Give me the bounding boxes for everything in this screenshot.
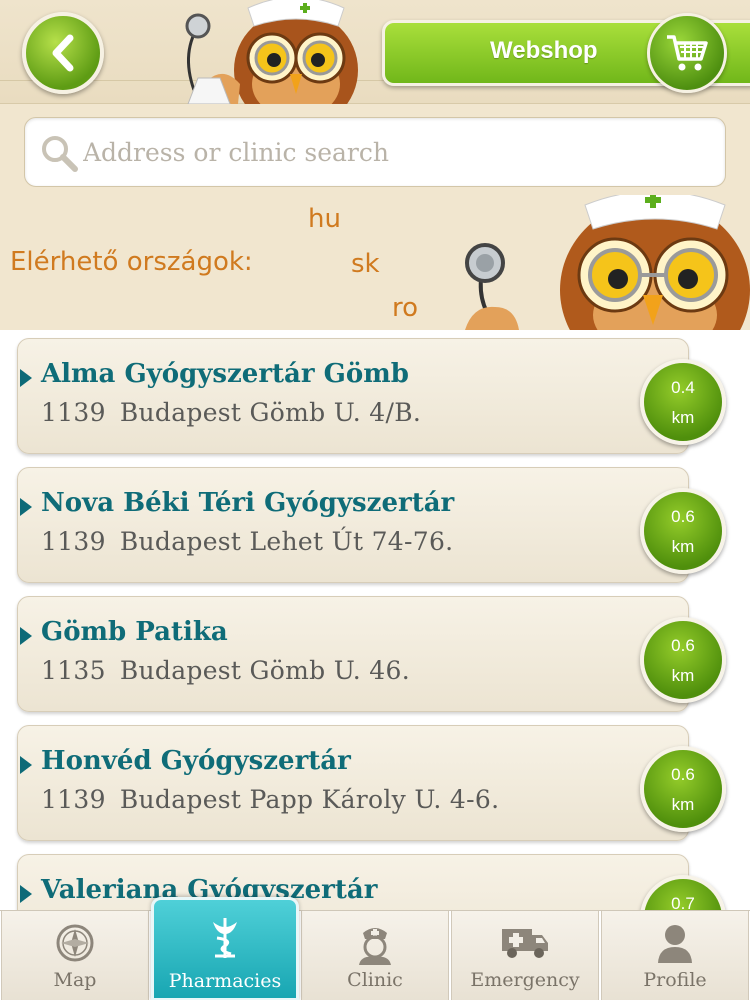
tab-label: Emergency — [470, 969, 580, 991]
chevron-left-icon — [52, 34, 74, 72]
pharmacy-address: 1139 Budapest Papp Károly U. 4-6. — [41, 785, 499, 814]
pharmacy-postcode: 1139 — [41, 527, 106, 556]
distance-value: 0.6 — [671, 765, 695, 784]
pharmacy-street: Budapest Papp Károly U. 4-6. — [119, 785, 500, 814]
tab-profile[interactable]: Profile — [601, 911, 749, 1000]
pharmacy-item[interactable]: Alma Gyógyszertár Gömb 1139 Budapest Gömb… — [17, 338, 726, 454]
pharmacy-item[interactable]: Nova Béki Téri Gyógyszertár 1139 Budapest… — [17, 467, 726, 583]
distance-unit: km — [671, 666, 695, 685]
pharmacy-name: Gömb Patika — [41, 617, 228, 647]
disclosure-arrow-icon — [20, 369, 32, 387]
disclosure-arrow-icon — [20, 756, 32, 774]
webshop-button[interactable]: Webshop — [382, 13, 750, 93]
country-hu[interactable]: hu — [308, 204, 341, 234]
tab-pharmacies[interactable]: Pharmacies — [151, 897, 299, 1000]
disclosure-arrow-icon — [20, 885, 32, 903]
pharmacy-item[interactable]: Honvéd Gyógyszertár 1139 Budapest Papp Ká… — [17, 725, 726, 841]
caduceus-icon — [213, 918, 237, 958]
back-button[interactable] — [22, 12, 104, 94]
header: Webshop Elérhető országok: hu sk ro — [0, 0, 750, 330]
distance-badge: 0.6 km — [640, 617, 726, 703]
webshop-label: Webshop — [490, 37, 598, 64]
disclosure-arrow-icon — [20, 627, 32, 645]
tab-clinic[interactable]: Clinic — [301, 911, 449, 1000]
distance-badge: 0.4 km — [640, 359, 726, 445]
cart-button[interactable] — [647, 13, 727, 93]
distance-value: 0.6 — [671, 507, 695, 526]
tab-label: Clinic — [347, 969, 403, 991]
tab-label: Pharmacies — [168, 970, 282, 992]
disclosure-arrow-icon — [20, 498, 32, 516]
pharmacy-postcode: 1139 — [41, 398, 106, 427]
pharmacy-street: Budapest Gömb U. 46. — [119, 656, 410, 685]
country-ro[interactable]: ro — [392, 293, 418, 323]
ambulance-icon — [502, 929, 548, 958]
search-box[interactable] — [24, 117, 726, 187]
distance-value: 0.6 — [671, 636, 695, 655]
distance-value: 0.4 — [671, 378, 695, 397]
pharmacy-street: Budapest Gömb U. 4/B. — [119, 398, 422, 427]
shopping-cart-icon — [667, 35, 708, 71]
distance-badge: 0.6 km — [640, 746, 726, 832]
owl-doctor-icon — [185, 0, 358, 104]
distance-badge: 0.7 — [640, 875, 726, 910]
pharmacy-item[interactable]: Valeriana Gyógyszertár 0.7 — [17, 854, 726, 910]
country-sk[interactable]: sk — [351, 249, 380, 279]
pharmacy-item[interactable]: Gömb Patika 1135 Budapest Gömb U. 46. 0.6… — [17, 596, 726, 712]
pharmacy-list[interactable]: Alma Gyógyszertár Gömb 1139 Budapest Gömb… — [0, 330, 750, 910]
pharmacy-street: Budapest Lehet Út 74-76. — [119, 527, 454, 556]
pharmacy-postcode: 1139 — [41, 785, 106, 814]
compass-icon — [56, 924, 94, 962]
distance-unit: km — [671, 795, 695, 814]
tab-map[interactable]: Map — [1, 911, 149, 1000]
pharmacy-name: Alma Gyógyszertár Gömb — [41, 359, 409, 389]
pharmacy-name: Nova Béki Téri Gyógyszertár — [41, 488, 455, 518]
distance-value: 0.7 — [671, 894, 695, 910]
pharmacy-address: 1135 Budapest Gömb U. 46. — [41, 656, 410, 685]
tab-label: Profile — [643, 969, 707, 991]
search-icon — [42, 136, 78, 172]
countries-label: Elérhető országok: — [10, 247, 253, 277]
distance-unit: km — [671, 408, 695, 427]
pharmacy-postcode: 1135 — [41, 656, 106, 685]
pharmacy-name: Honvéd Gyógyszertár — [41, 746, 351, 776]
nurse-icon — [359, 928, 391, 965]
pharmacy-address: 1139 Budapest Gömb U. 4/B. — [41, 398, 421, 427]
tab-emergency[interactable]: Emergency — [451, 911, 599, 1000]
owl-mascot-icon — [465, 195, 750, 330]
tab-bar: Map Emergency Clinic Profile Pharmacies — [0, 897, 750, 1000]
pharmacy-address: 1139 Budapest Lehet Út 74-76. — [41, 527, 453, 556]
tab-label: Map — [53, 969, 97, 991]
search-input[interactable] — [83, 132, 703, 172]
distance-unit: km — [671, 537, 695, 556]
distance-badge: 0.6 km — [640, 488, 726, 574]
person-icon — [658, 925, 692, 963]
